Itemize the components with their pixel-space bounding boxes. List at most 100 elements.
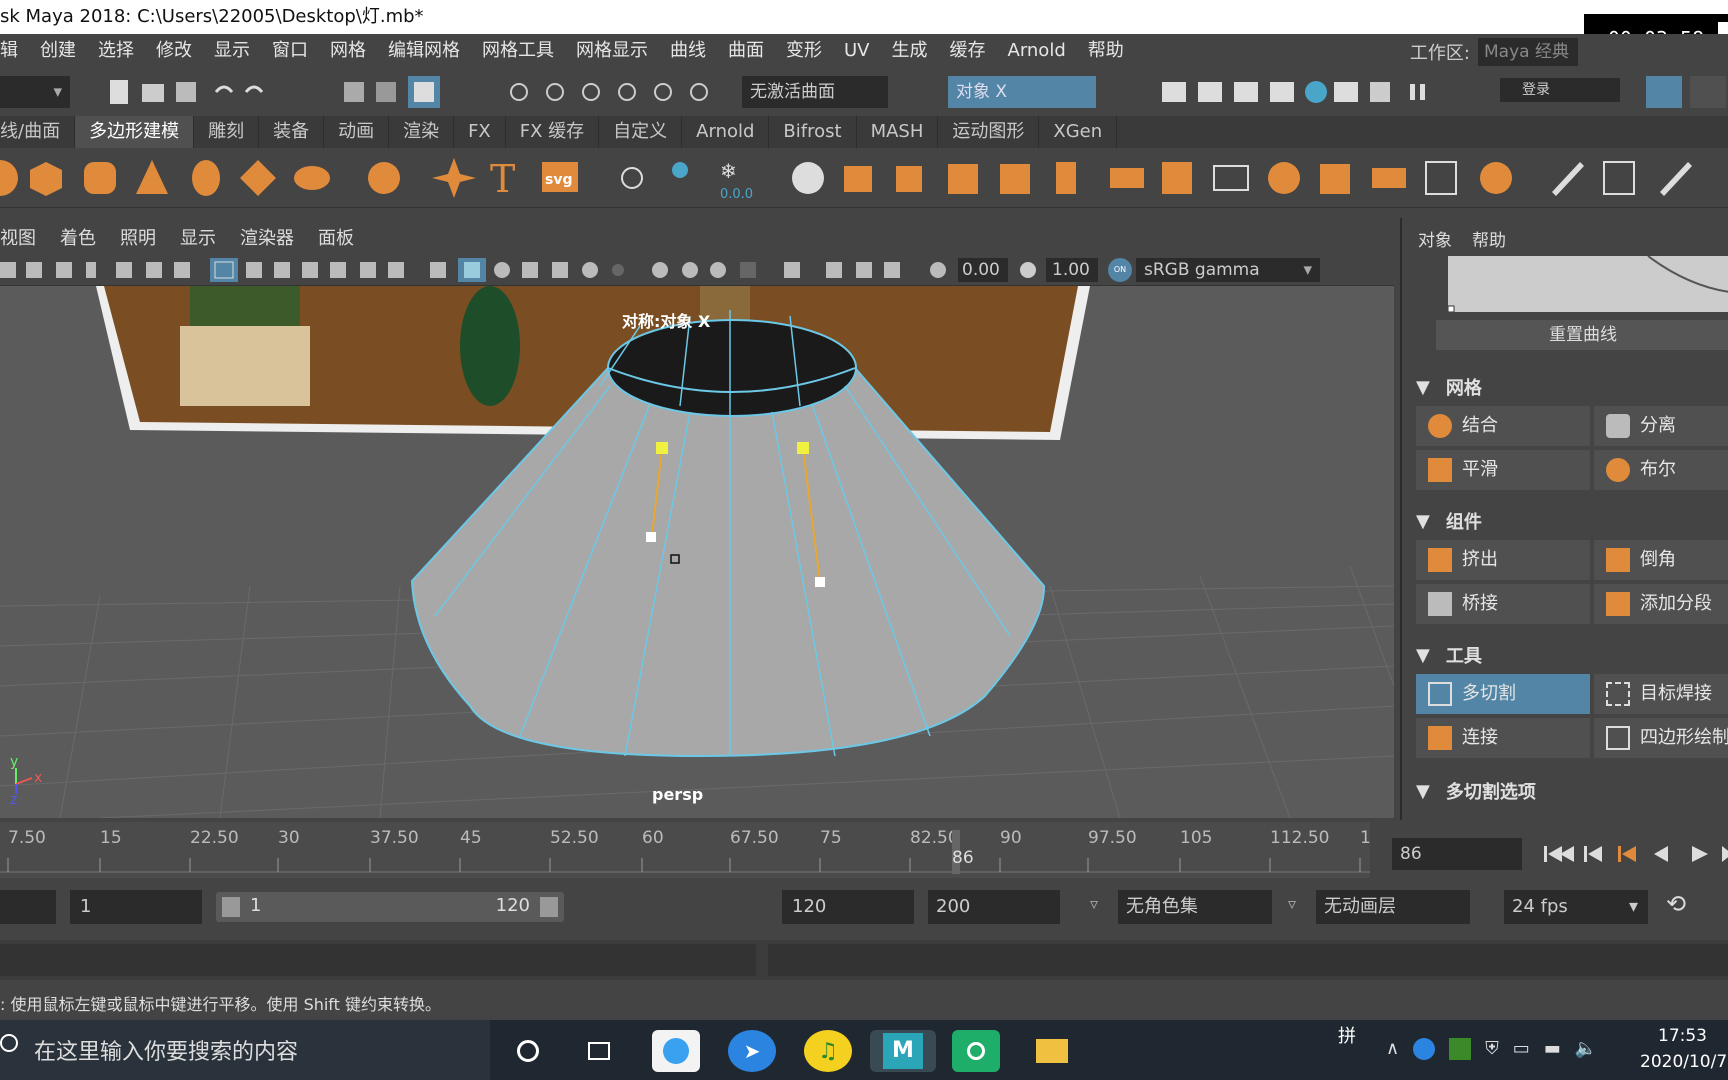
range-slider[interactable]: 1 120 [216, 892, 564, 922]
menu-set-dropdown[interactable]: ▾ [0, 76, 70, 108]
vp-menu-lighting[interactable]: 照明 [108, 224, 168, 254]
mesh-edit-icons[interactable] [792, 161, 1512, 195]
falloff-curve-graph[interactable] [1447, 255, 1728, 313]
tray-feishu-icon[interactable] [1413, 1038, 1436, 1060]
poly-cone-icon[interactable] [136, 160, 168, 194]
gamma-field[interactable]: 1.00 [1046, 258, 1098, 282]
volume-icon[interactable]: 🔈 [1575, 1038, 1597, 1060]
taskbar-search-box[interactable]: 在这里输入你要搜索的内容 [0, 1020, 490, 1080]
viewport-tool-icons[interactable] [0, 258, 950, 282]
music-app-icon[interactable]: ♫ [804, 1030, 852, 1072]
file-tools-icons[interactable] [106, 76, 286, 108]
separate-button[interactable]: 分离 [1594, 406, 1728, 446]
super-shape-icon[interactable] [432, 158, 476, 198]
file-explorer-icon[interactable] [1028, 1030, 1076, 1072]
current-frame-field[interactable]: 86 [1392, 838, 1522, 870]
range-start-handle[interactable] [222, 897, 240, 917]
attribute-toggle-icon[interactable] [1690, 76, 1726, 108]
fps-dropdown[interactable]: 24 fps ▾ [1504, 890, 1648, 924]
combine-button[interactable]: 结合 [1416, 406, 1590, 446]
type-tool-icon[interactable] [672, 162, 688, 178]
menu-generate[interactable]: 生成 [881, 34, 939, 68]
loop-icon[interactable]: ⟲ [1666, 890, 1686, 918]
section-multicut-options-header[interactable]: ▼ 多切割选项 [1416, 778, 1536, 804]
connect-button[interactable]: 连接 [1416, 718, 1590, 758]
selection-mode-icons[interactable] [340, 76, 444, 108]
scene-start-field[interactable] [0, 890, 56, 924]
quad-draw-button[interactable]: 四边形绘制 [1594, 718, 1728, 758]
vp-menu-renderer[interactable]: 渲染器 [228, 224, 306, 254]
section-tools-header[interactable]: ▼ 工具 [1416, 642, 1482, 668]
target-weld-button[interactable]: 目标焊接 [1594, 674, 1728, 714]
workspace-dropdown[interactable]: Maya 经典 [1478, 38, 1578, 66]
tab-arnold[interactable]: Arnold [682, 116, 770, 148]
exposure-field[interactable]: 0.00 [958, 258, 1008, 282]
text-tool-icon[interactable]: T [490, 157, 515, 201]
menu-curves[interactable]: 曲线 [659, 34, 717, 68]
tab-fx[interactable]: FX [454, 116, 506, 148]
panel-menu-help[interactable]: 帮助 [1472, 226, 1506, 251]
section-mesh-header[interactable]: ▼ 网格 [1416, 374, 1482, 400]
tab-bifrost[interactable]: Bifrost [769, 116, 857, 148]
character-set-dropdown[interactable]: 无角色集 [1118, 890, 1272, 924]
time-slider[interactable]: 7.50 15 22.50 30 37.50 45 52.50 60 67.50… [0, 822, 1370, 878]
end-frame-field[interactable]: 120 [782, 890, 914, 924]
baidu-netdisk-icon[interactable] [652, 1030, 700, 1072]
render-tools-icons[interactable] [1158, 76, 1448, 108]
ime-indicator[interactable]: 拼 [1338, 1022, 1356, 1048]
sweep-mesh-icon[interactable] [621, 167, 643, 189]
tab-animation[interactable]: 动画 [324, 116, 390, 148]
menu-window[interactable]: 窗口 [261, 34, 319, 68]
vp-menu-view[interactable]: 视图 [0, 224, 48, 254]
tab-rendering[interactable]: 渲染 [389, 116, 455, 148]
modeling-tools-icons[interactable] [1552, 161, 1692, 196]
tab-xgen[interactable]: XGen [1039, 116, 1118, 148]
freeze-transform-icon[interactable]: ❄ 0.0.0 [720, 159, 753, 202]
symmetry-dropdown[interactable]: 对象 X [948, 76, 1096, 108]
maya-taskbar-icon[interactable]: M [870, 1030, 936, 1072]
tab-curves-surfaces[interactable]: 线/曲面 [0, 116, 76, 148]
platonic-solid-icon[interactable] [368, 162, 400, 194]
poly-cube-icon[interactable] [30, 162, 62, 196]
bridge-button[interactable]: 桥接 [1416, 584, 1590, 624]
menu-create[interactable]: 创建 [29, 34, 87, 68]
tray-expand-icon[interactable]: ∧ [1386, 1038, 1399, 1060]
playback-controls[interactable] [1530, 838, 1728, 870]
tab-poly-modeling[interactable]: 多边形建模 [75, 116, 195, 148]
snap-tools-icons[interactable] [505, 76, 735, 108]
vp-menu-shading[interactable]: 着色 [48, 224, 108, 254]
poly-sphere-icon[interactable] [0, 160, 18, 196]
tab-rigging[interactable]: 装备 [259, 116, 325, 148]
svg-tool-icon[interactable]: svg [542, 162, 578, 192]
extrude-button[interactable]: 挤出 [1416, 540, 1590, 580]
multi-cut-button[interactable]: 多切割 [1416, 674, 1590, 714]
menu-deform[interactable]: 变形 [775, 34, 833, 68]
tab-motion-graphics[interactable]: 运动图形 [938, 116, 1040, 148]
anim-layer-dropdown[interactable]: 无动画层 [1316, 890, 1470, 924]
menu-help[interactable]: 帮助 [1077, 34, 1135, 68]
nvidia-icon[interactable] [1449, 1038, 1472, 1060]
poly-torus-icon[interactable] [192, 160, 220, 196]
menu-mesh-tools[interactable]: 网格工具 [471, 34, 565, 68]
menu-edit[interactable]: 辑 [0, 34, 29, 68]
panel-toggle-icon[interactable] [1646, 76, 1682, 108]
menu-mesh[interactable]: 网格 [319, 34, 377, 68]
start-frame-field[interactable]: 1 [70, 890, 202, 924]
panel-menu-object[interactable]: 对象 [1418, 226, 1452, 251]
mel-input[interactable] [0, 944, 756, 976]
security-shield-icon[interactable]: ⛨ [1485, 1038, 1499, 1060]
section-components-header[interactable]: ▼ 组件 [1416, 508, 1482, 534]
reset-curve-button[interactable]: 重置曲线 [1436, 320, 1728, 350]
battery-icon[interactable]: ▬ [1544, 1038, 1561, 1060]
cortana-icon[interactable] [504, 1030, 552, 1072]
menu-cache[interactable]: 缓存 [939, 34, 997, 68]
boolean-button[interactable]: 布尔 [1594, 450, 1728, 490]
tab-sculpting[interactable]: 雕刻 [194, 116, 260, 148]
vp-menu-show[interactable]: 显示 [168, 224, 228, 254]
menu-select[interactable]: 选择 [87, 34, 145, 68]
color-management-toggle-icon[interactable]: ON [1108, 258, 1132, 282]
network-icon[interactable]: ▭ [1513, 1038, 1530, 1060]
poly-plane-icon[interactable] [240, 160, 276, 196]
menu-surfaces[interactable]: 曲面 [717, 34, 775, 68]
task-view-icon[interactable] [575, 1030, 623, 1072]
